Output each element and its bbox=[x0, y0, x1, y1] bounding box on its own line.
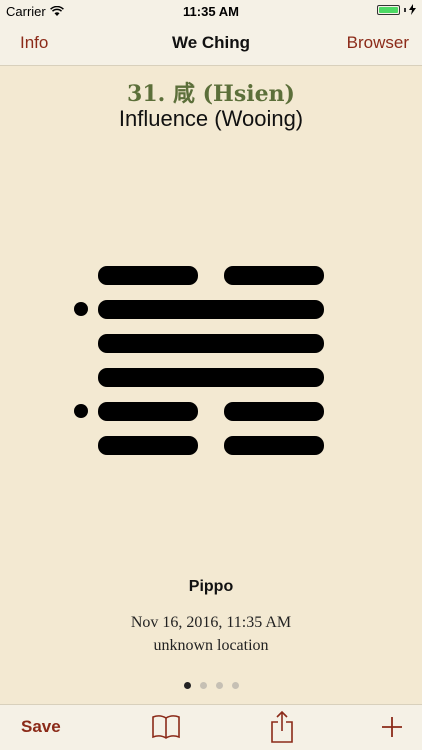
bottom-toolbar: Save bbox=[0, 704, 422, 750]
page-dot[interactable] bbox=[215, 682, 223, 689]
page-dot[interactable] bbox=[231, 682, 239, 689]
hexagram-solid-line bbox=[98, 368, 324, 387]
page-dot[interactable] bbox=[183, 682, 191, 689]
share-icon[interactable] bbox=[270, 710, 294, 744]
status-bar: Carrier 11:35 AM bbox=[0, 0, 422, 22]
changing-line-dot bbox=[74, 302, 88, 316]
hexagram-broken-line-segment bbox=[224, 436, 324, 455]
page-dot[interactable] bbox=[199, 682, 207, 689]
reading-person: Pippo bbox=[188, 578, 234, 595]
navigation-bar: Info We Ching Browser bbox=[0, 22, 422, 66]
hexagram-broken-line-segment bbox=[98, 436, 198, 455]
battery-icon bbox=[377, 4, 400, 15]
changing-line-dot bbox=[74, 404, 88, 418]
add-icon[interactable] bbox=[381, 716, 403, 738]
hexagram-figure[interactable] bbox=[0, 260, 422, 460]
hexagram-broken-line-segment bbox=[98, 402, 198, 421]
save-button[interactable]: Save bbox=[21, 717, 61, 737]
hexagram-solid-line bbox=[98, 334, 324, 353]
battery-tip bbox=[404, 7, 406, 12]
status-right bbox=[377, 4, 416, 15]
hexagram-broken-line-segment bbox=[98, 266, 198, 285]
hexagram-broken-line-segment bbox=[224, 402, 324, 421]
reading-datetime: Nov 16, 2016, 11:35 AM bbox=[130, 614, 292, 631]
hexagram-broken-line-segment bbox=[224, 266, 324, 285]
hexagram-number-title: 31. 咸 (Hsien) bbox=[127, 81, 295, 107]
page-indicator[interactable] bbox=[0, 682, 422, 689]
hexagram-name: Influence (Wooing) bbox=[118, 106, 304, 131]
book-icon[interactable] bbox=[151, 714, 181, 740]
status-time: 11:35 AM bbox=[183, 4, 239, 19]
reading-location: unknown location bbox=[153, 637, 269, 654]
browser-button[interactable]: Browser bbox=[347, 33, 409, 53]
hexagram-solid-line bbox=[98, 300, 324, 319]
charging-bolt-icon bbox=[409, 4, 416, 15]
